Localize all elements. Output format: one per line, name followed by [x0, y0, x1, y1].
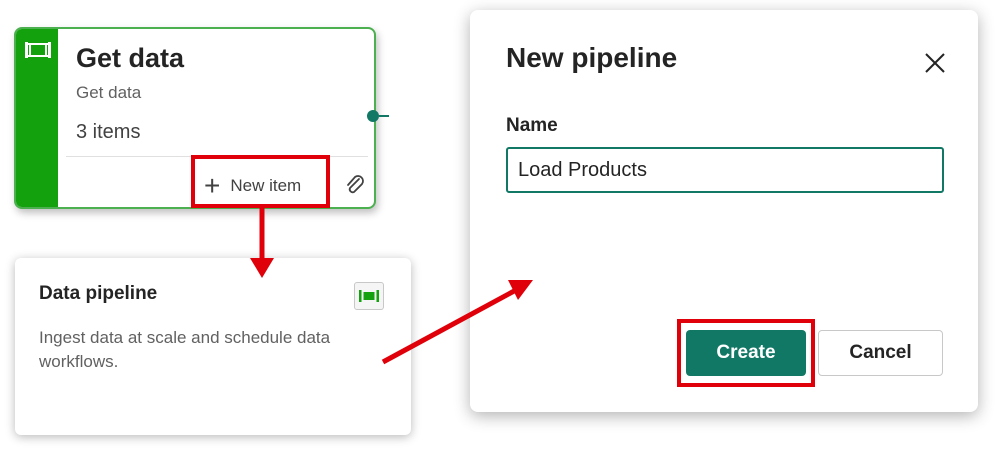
pipeline-card-title: Data pipeline — [39, 283, 158, 304]
close-icon[interactable] — [922, 50, 948, 76]
name-label: Name — [506, 115, 558, 136]
new-item-button[interactable]: + New item — [204, 172, 301, 200]
card-divider — [66, 156, 368, 157]
card-color-bar — [16, 29, 58, 207]
name-input[interactable] — [506, 147, 944, 193]
card-title: Get data — [76, 43, 185, 73]
pipeline-icon — [24, 39, 52, 66]
pipeline-icon — [354, 282, 384, 310]
create-button[interactable]: Create — [686, 330, 806, 376]
new-pipeline-dialog: New pipeline Name Create Cancel — [470, 10, 978, 412]
item-count: 3 items — [76, 121, 141, 143]
attachment-icon[interactable] — [344, 173, 366, 202]
new-item-label: New item — [230, 176, 302, 195]
connector-handle[interactable] — [367, 110, 379, 122]
connector-line — [379, 115, 389, 117]
data-pipeline-card[interactable]: Data pipeline Ingest data at scale and s… — [15, 258, 411, 435]
cancel-button[interactable]: Cancel — [818, 330, 943, 376]
get-data-card[interactable]: Get data Get data 3 items + New item — [14, 27, 376, 209]
pipeline-card-description: Ingest data at scale and schedule data w… — [39, 328, 331, 371]
dialog-title: New pipeline — [506, 42, 678, 73]
card-subtitle: Get data — [76, 83, 142, 102]
plus-icon: + — [204, 170, 221, 201]
